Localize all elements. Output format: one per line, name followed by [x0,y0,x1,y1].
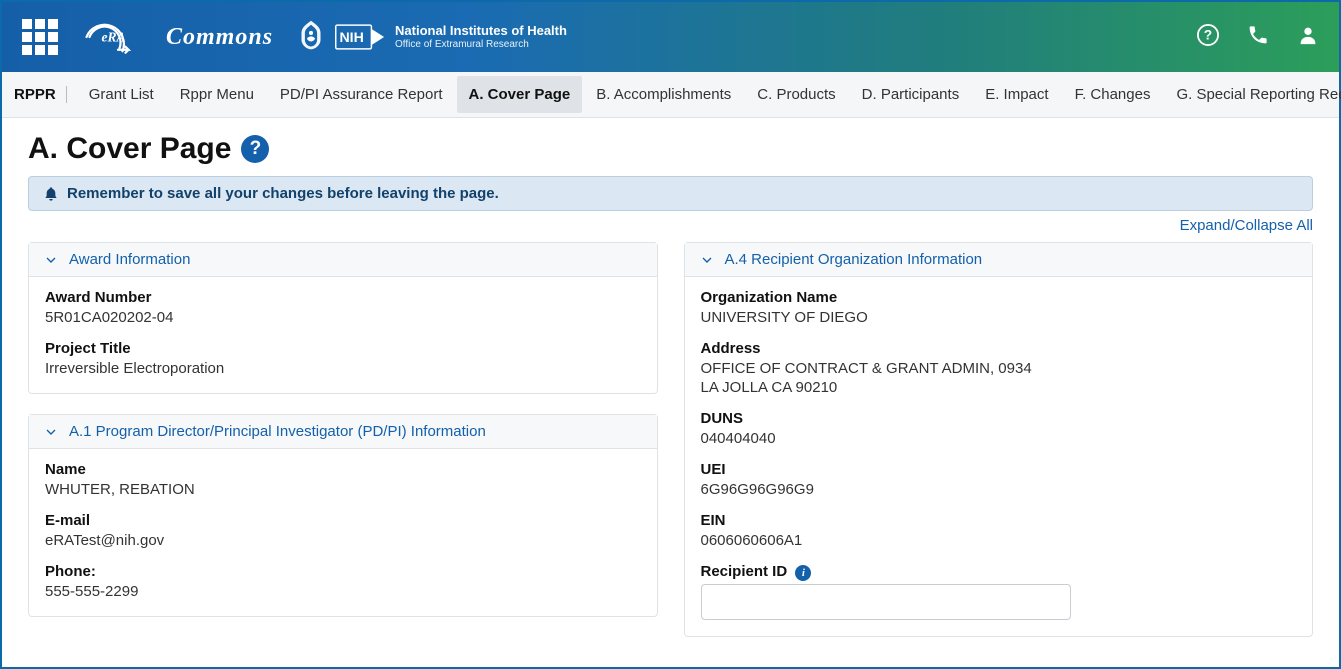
pi-phone-label: Phone: [45,563,641,580]
page-title-row: A. Cover Page ? [28,132,1313,166]
nih-subtitle: Office of Extramural Research [395,39,567,50]
info-icon[interactable]: i [795,565,811,581]
nav-pdpi-assurance[interactable]: PD/PI Assurance Report [268,76,455,113]
chevron-down-icon [43,252,59,268]
ein-value: 0606060606A1 [701,532,1297,549]
nih-text: National Institutes of Health Office of … [395,24,567,49]
panel-a1-pdpi: A.1 Program Director/Principal Investiga… [28,414,658,617]
nav-special-report[interactable]: G. Special Reporting Req [1164,76,1341,113]
address-value: OFFICE OF CONTRACT & GRANT ADMIN, 0934 L… [701,360,1297,396]
address-line1: OFFICE OF CONTRACT & GRANT ADMIN, 0934 [701,360,1297,377]
pi-email-label: E-mail [45,512,641,529]
panel-a1-header[interactable]: A.1 Program Director/Principal Investiga… [29,415,657,449]
nih-mark: NIH National Institutes of Health Office… [335,23,567,51]
main-content: A. Cover Page ? Remember to save all you… [2,118,1339,667]
header-right: ? [1197,24,1319,50]
panel-a4-header[interactable]: A.4 Recipient Organization Information [685,243,1313,277]
apps-grid-icon[interactable] [22,19,58,55]
nav-accomplishments[interactable]: B. Accomplishments [584,76,743,113]
pi-name-label: Name [45,461,641,478]
era-logo[interactable]: eRA [82,17,142,57]
bell-icon [43,186,59,202]
nih-box-icon: NIH [335,23,387,51]
help-icon[interactable]: ? [1197,24,1219,50]
nav-grant-list[interactable]: Grant List [77,76,166,113]
chevron-down-icon [43,424,59,440]
user-icon[interactable] [1297,24,1319,50]
uei-value: 6G96G96G96G9 [701,481,1297,498]
nav-changes[interactable]: F. Changes [1063,76,1163,113]
pi-phone-value: 555-555-2299 [45,583,641,600]
award-number-label: Award Number [45,289,641,306]
nih-title: National Institutes of Health [395,24,567,38]
subnav: RPPR Grant List Rppr Menu PD/PI Assuranc… [2,72,1339,118]
org-name-value: UNIVERSITY OF DIEGO [701,309,1297,326]
left-column: Award Information Award Number 5R01CA020… [28,242,658,637]
commons-wordmark[interactable]: Commons [166,24,273,51]
pi-email-value: eRATest@nih.gov [45,532,641,549]
panel-award-info-title: Award Information [69,251,190,268]
svg-text:eRA: eRA [102,30,126,45]
svg-text:?: ? [1204,28,1212,43]
svg-text:NIH: NIH [339,29,363,45]
save-alert: Remember to save all your changes before… [28,176,1313,211]
panel-a1-title: A.1 Program Director/Principal Investiga… [69,423,486,440]
app-header: eRA Commons NIH [2,2,1339,72]
panel-award-info: Award Information Award Number 5R01CA020… [28,242,658,394]
columns: Award Information Award Number 5R01CA020… [28,242,1313,637]
address-line2: LA JOLLA CA 90210 [701,379,1297,396]
tools-row: Expand/Collapse All [28,211,1313,242]
phone-icon[interactable] [1247,24,1269,50]
org-name-label: Organization Name [701,289,1297,306]
right-column: A.4 Recipient Organization Information O… [684,242,1314,637]
recipient-id-input[interactable] [701,584,1071,620]
header-left: eRA Commons NIH [22,17,1197,57]
page-title: A. Cover Page [28,132,231,166]
pi-name-value: WHUTER, REBATION [45,481,641,498]
panel-a1-body: Name WHUTER, REBATION E-mail eRATest@nih… [29,449,657,616]
expand-collapse-all[interactable]: Expand/Collapse All [1180,217,1313,234]
panel-a4-title: A.4 Recipient Organization Information [725,251,983,268]
panel-award-info-header[interactable]: Award Information [29,243,657,277]
nav-rppr-menu[interactable]: Rppr Menu [168,76,266,113]
chevron-down-icon [699,252,715,268]
nih-logo-block[interactable]: NIH National Institutes of Health Office… [297,18,567,56]
duns-value: 040404040 [701,430,1297,447]
nav-participants[interactable]: D. Participants [850,76,972,113]
panel-a4-body: Organization Name UNIVERSITY OF DIEGO Ad… [685,277,1313,636]
ein-label: EIN [701,512,1297,529]
panel-award-info-body: Award Number 5R01CA020202-04 Project Tit… [29,277,657,393]
uei-label: UEI [701,461,1297,478]
hhs-logo-icon [297,18,325,56]
duns-label: DUNS [701,410,1297,427]
nav-products[interactable]: C. Products [745,76,847,113]
nav-cover-page[interactable]: A. Cover Page [457,76,583,113]
recipient-id-label: Recipient ID i [701,563,1297,581]
address-label: Address [701,340,1297,357]
panel-a4-recipient: A.4 Recipient Organization Information O… [684,242,1314,637]
project-title-label: Project Title [45,340,641,357]
page-help-icon[interactable]: ? [241,135,269,163]
subnav-brand: RPPR [14,86,67,103]
award-number-value: 5R01CA020202-04 [45,309,641,326]
save-alert-text: Remember to save all your changes before… [67,185,499,202]
recipient-id-label-text: Recipient ID [701,563,788,580]
project-title-value: Irreversible Electroporation [45,360,641,377]
nav-impact[interactable]: E. Impact [973,76,1060,113]
